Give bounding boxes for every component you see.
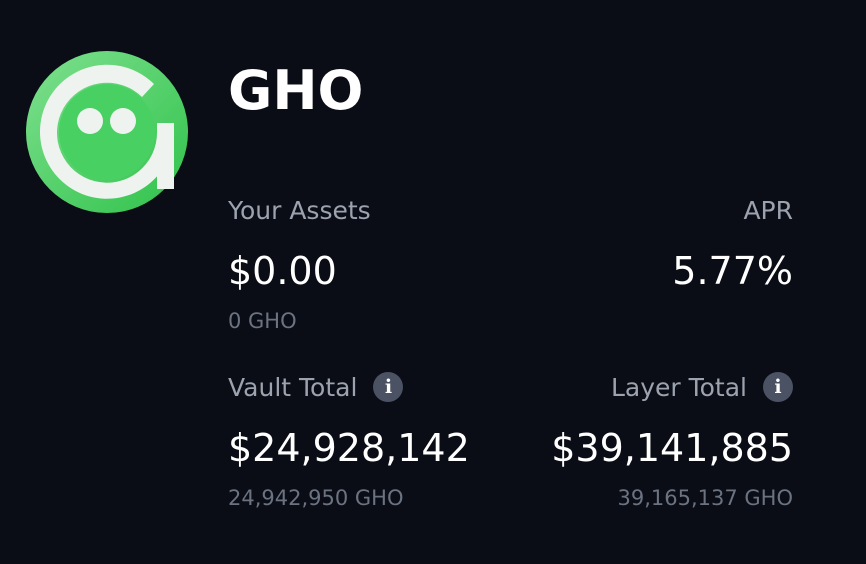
layer-total-label: Layer Total [610,373,747,402]
layer-total-label-row: Layer Total i [611,372,793,404]
vault-total-value: $24,928,142 [228,426,470,470]
your-assets-label: Your Assets [228,196,371,225]
gho-token-icon [26,51,188,213]
info-icon[interactable]: i [373,372,404,402]
vault-total-label-row: Vault Total i [228,372,404,404]
token-card: GHO Your Assets $0.00 0 GHO APR 5.77% Va… [0,0,866,564]
vault-total-sub: 24,942,950 GHO [228,486,404,510]
layer-total-sub: 39,165,137 GHO [617,486,793,510]
apr-label: APR [743,196,793,225]
your-assets-sub: 0 GHO [228,309,297,333]
layer-total-value: $39,141,885 [551,426,793,470]
vault-total-label: Vault Total [228,373,358,402]
token-name: GHO [228,59,364,122]
your-assets-value: $0.00 [228,249,337,293]
apr-value: 5.77% [672,249,793,293]
info-icon[interactable]: i [763,372,793,402]
